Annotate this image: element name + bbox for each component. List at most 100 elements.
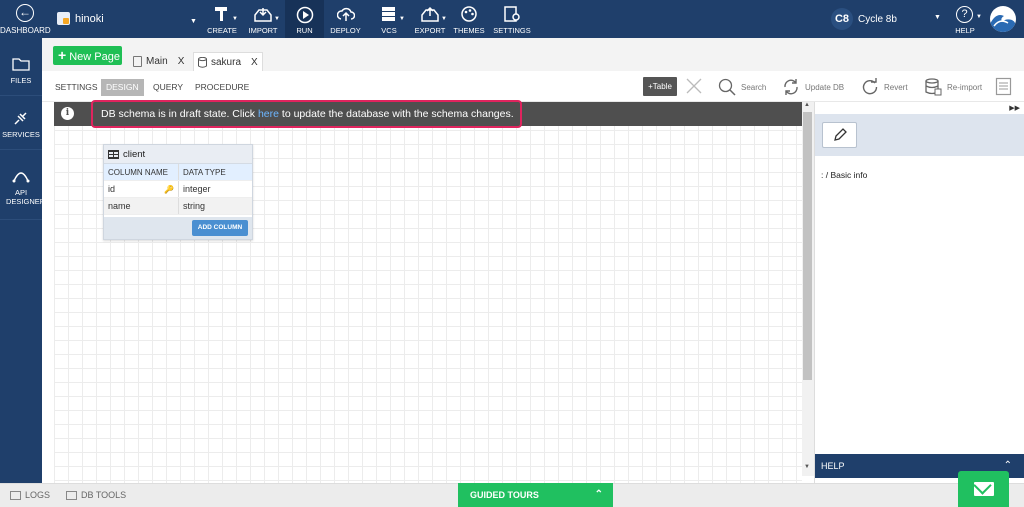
help-menu-button[interactable]: ? ▼ HELP [950, 0, 986, 38]
help-panel-label: HELP [821, 461, 845, 471]
info-icon: i [61, 107, 74, 120]
table-row[interactable]: name string [104, 198, 252, 215]
basic-info-breadcrumb: : / Basic info [821, 170, 868, 180]
question-icon: ? [956, 6, 973, 23]
tab-sakura[interactable]: sakura X [193, 52, 263, 71]
folder-icon [12, 58, 30, 71]
tab-query[interactable]: QUERY [148, 79, 188, 96]
page-icon [133, 56, 142, 67]
scroll-down-icon[interactable]: ▼ [804, 464, 810, 470]
collapse-panel-icon[interactable]: ▶▶ [1009, 104, 1020, 112]
guided-tours-label: GUIDED TOURS [470, 490, 539, 500]
update-schema-link[interactable]: here [258, 108, 279, 120]
add-column-button[interactable]: ADD COLUMN [192, 220, 248, 236]
sidebar-item-files[interactable]: FILES [0, 48, 42, 96]
chevron-down-icon: ▼ [934, 14, 941, 21]
database-icon [198, 56, 207, 68]
play-icon [296, 6, 313, 24]
vcs-label: VCS [381, 26, 397, 35]
properties-toolbar [815, 114, 1024, 156]
deploy-button[interactable]: DEPLOY [327, 0, 364, 38]
sync-icon [784, 79, 798, 95]
project-selector[interactable]: hinoki ▼ [57, 12, 197, 25]
top-bar: ← DASHBOARD hinoki ▼ ▼ CREATE ▼ IMPORT R… [0, 0, 1024, 38]
sidebar-item-services[interactable]: SERVICES [0, 102, 42, 150]
api-designer-label: API DESIGNER [6, 188, 46, 206]
add-table-button[interactable]: +Table [643, 77, 677, 96]
new-page-button[interactable]: + New Page [53, 46, 122, 65]
cycle-selector[interactable]: C8 Cycle 8b ▼ [828, 0, 946, 38]
guided-tours-button[interactable]: GUIDED TOURS ⌃ [458, 483, 613, 507]
delete-icon[interactable] [685, 77, 703, 95]
data-type-header: DATA TYPE [183, 167, 226, 177]
canvas-scrollbar[interactable]: ▲ ▼ [802, 102, 814, 476]
wave-logo-icon[interactable] [990, 6, 1016, 32]
revert-button[interactable]: Revert [861, 77, 908, 97]
chevron-down-icon: ▼ [976, 14, 982, 20]
entity-footer: ADD COLUMN [104, 217, 252, 239]
tab-procedure[interactable]: PROCEDURE [190, 79, 254, 96]
import-icon [254, 8, 272, 22]
chevron-down-icon: ▼ [232, 16, 238, 22]
api-curve-icon [12, 172, 30, 183]
export-button[interactable]: ▼ EXPORT [410, 0, 450, 38]
sidebar-item-api-designer[interactable]: API DESIGNER [0, 160, 46, 220]
search-button[interactable]: Search [718, 77, 766, 97]
save-doc-icon[interactable] [995, 77, 1012, 96]
plug-icon [14, 112, 27, 125]
entity-name: client [123, 148, 146, 160]
chevron-up-icon: ⌃ [594, 489, 603, 500]
deploy-label: DEPLOY [330, 26, 361, 35]
cloud-upload-icon [336, 7, 355, 21]
dashboard-label: DASHBOARD [0, 26, 51, 35]
tab-main-label: Main [146, 56, 168, 67]
scroll-thumb[interactable] [803, 112, 812, 380]
reimport-label: Re-import [947, 82, 983, 92]
cycle-badge: C8 [831, 8, 853, 30]
revert-icon [862, 78, 878, 95]
new-page-label: New Page [69, 51, 120, 63]
export-label: EXPORT [414, 26, 446, 35]
entity-client[interactable]: client COLUMN NAME DATA TYPE id 🔑 intege… [103, 144, 253, 240]
column-name: name [108, 201, 131, 211]
key-icon: 🔑 [164, 185, 174, 194]
hammer-icon [215, 7, 227, 21]
update-db-button[interactable]: Update DB [782, 77, 844, 97]
feedback-button[interactable] [958, 471, 1009, 507]
import-button[interactable]: ▼ IMPORT [243, 0, 283, 38]
logs-button[interactable]: LOGS [10, 490, 50, 500]
chevron-down-icon: ▼ [274, 16, 280, 22]
vcs-button[interactable]: ▼ VCS [370, 0, 408, 38]
settings-doc-icon [504, 6, 520, 22]
run-label: RUN [296, 26, 313, 35]
logs-icon [10, 490, 21, 500]
design-toolbar: SETTINGS DESIGN QUERY PROCEDURE +Table S… [42, 71, 1024, 102]
run-button[interactable]: RUN [285, 0, 324, 38]
tab-design[interactable]: DESIGN [101, 79, 144, 96]
db-tools-button[interactable]: DB TOOLS [66, 490, 126, 500]
tab-main[interactable]: Main X [129, 52, 188, 71]
properties-panel: ▶▶ : / Basic info [814, 102, 1024, 483]
services-label: SERVICES [2, 130, 40, 139]
chevron-down-icon: ▼ [190, 18, 197, 25]
reimport-button[interactable]: Re-import [924, 77, 982, 97]
dashboard-button[interactable]: ← DASHBOARD [0, 0, 51, 38]
draft-message-prefix: DB schema is in draft state. Click [101, 108, 258, 120]
table-icon [108, 149, 119, 159]
edit-button[interactable] [822, 122, 857, 148]
export-icon [421, 6, 439, 22]
themes-button[interactable]: THEMES [452, 0, 486, 38]
close-icon[interactable]: X [178, 56, 185, 67]
table-row[interactable]: id 🔑 integer [104, 181, 252, 198]
themes-label: THEMES [453, 26, 485, 35]
scroll-up-icon[interactable]: ▲ [804, 102, 810, 108]
create-button[interactable]: ▼ CREATE [203, 0, 241, 38]
column-name: id [108, 184, 116, 194]
tab-settings[interactable]: SETTINGS [50, 79, 103, 96]
envelope-icon [974, 482, 994, 496]
settings-button[interactable]: SETTINGS [493, 0, 531, 38]
entity-header[interactable]: client [104, 145, 252, 164]
close-icon[interactable]: X [251, 57, 258, 68]
tab-sakura-label: sakura [211, 56, 242, 68]
settings-label: SETTINGS [493, 26, 531, 35]
